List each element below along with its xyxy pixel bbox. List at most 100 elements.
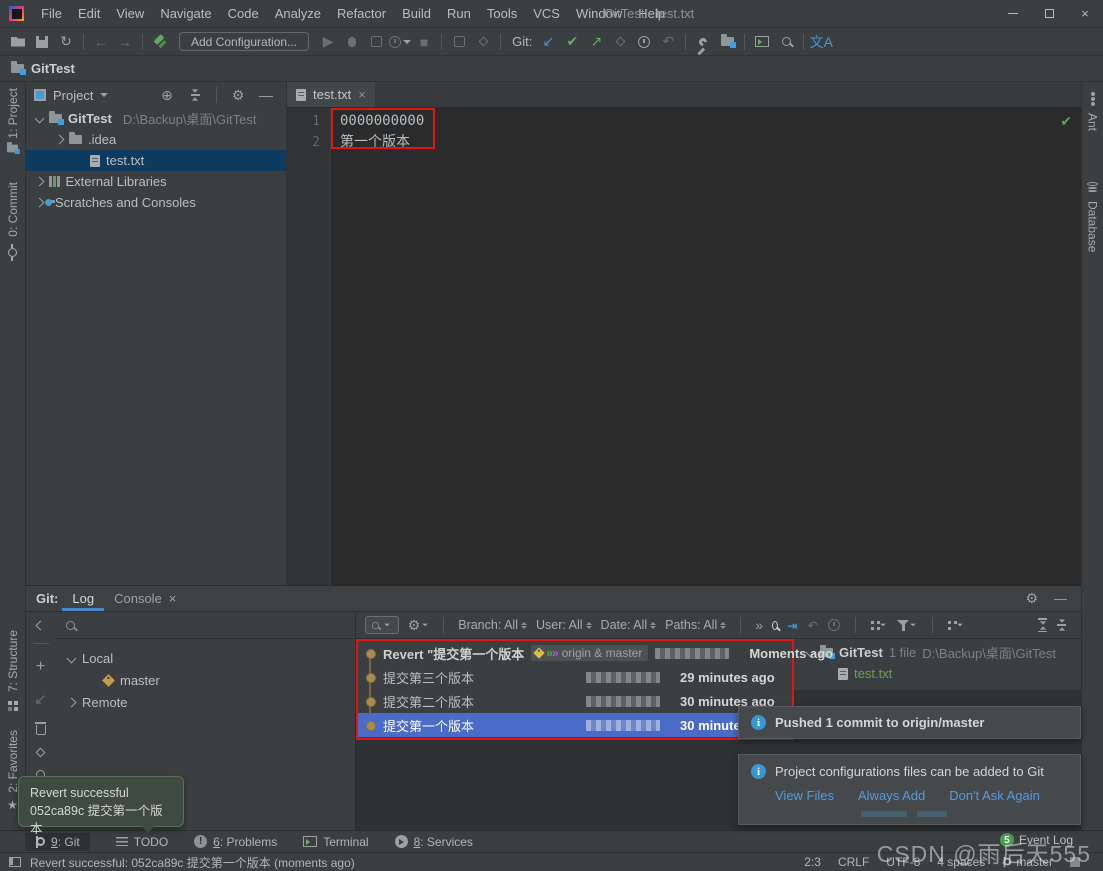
breadcrumb[interactable]: GitTest (31, 61, 75, 76)
menu-code[interactable]: Code (220, 0, 267, 27)
filter-user[interactable]: User: All (536, 618, 592, 632)
inspections-ok-icon[interactable]: ✔ (1060, 113, 1072, 130)
commit-list[interactable]: Revert "提交第一个版本 » » origin & master Mome… (356, 639, 833, 740)
rollback-icon[interactable]: ↶ (656, 31, 680, 53)
attach-icon[interactable] (471, 31, 495, 53)
commit-row-2[interactable]: 提交第二个版本 30 minutes ago (358, 689, 792, 713)
stripe-database-button[interactable]: Database (1082, 182, 1103, 252)
log-history-icon[interactable] (828, 619, 840, 631)
editor-tab-testfile[interactable]: test.txt × (287, 82, 375, 107)
cherry-pick-icon[interactable] (608, 31, 632, 53)
tree-item-scratches[interactable]: Scratches and Consoles (26, 192, 286, 213)
delete-branch-icon[interactable] (34, 722, 46, 735)
search-everywhere-icon[interactable] (774, 31, 798, 53)
commit-row-1-selected[interactable]: 提交第一个版本 30 minutes ago (358, 713, 792, 737)
always-add-link[interactable]: Always Add (858, 788, 925, 803)
chevron-right-icon[interactable] (54, 134, 65, 145)
project-settings-gear-icon[interactable]: ⚙ (226, 84, 250, 106)
editor-code[interactable]: 0000000000 第一个版本 (331, 108, 1081, 585)
notification-pushed[interactable]: i Pushed 1 commit to origin/master (738, 706, 1081, 739)
log-gear-icon[interactable]: ⚙ (408, 617, 430, 634)
stop-icon[interactable]: ■ (412, 31, 436, 53)
branch-search-field[interactable] (55, 612, 355, 639)
collapse-all-icon[interactable] (183, 84, 207, 106)
branch-group-local[interactable]: Local (55, 647, 355, 669)
tab-console[interactable]: Console × (104, 586, 186, 611)
filter-funnel-icon[interactable] (897, 619, 917, 631)
collapse-all-icon[interactable] (1057, 619, 1066, 631)
open-icon[interactable] (6, 31, 30, 53)
stripe-project-button[interactable]: 1: Project (0, 88, 25, 154)
log-undo-icon[interactable]: ↶ (808, 618, 818, 633)
sync-icon[interactable]: ↻ (54, 31, 78, 53)
expand-all-icon[interactable] (1038, 617, 1047, 633)
hide-panel-icon[interactable]: — (254, 84, 278, 106)
line-separator[interactable]: CRLF (838, 855, 869, 869)
dont-ask-again-link[interactable]: Don't Ask Again (949, 788, 1040, 803)
layout-icon[interactable] (948, 620, 964, 630)
locate-file-icon[interactable]: ⊕ (155, 84, 179, 106)
git-push-icon[interactable]: ↗ (584, 31, 608, 53)
tree-item-root[interactable]: GitTest D:\Backup\桌面\GitTest (26, 108, 286, 129)
menu-analyze[interactable]: Analyze (267, 0, 329, 27)
chevron-right-icon[interactable] (66, 697, 77, 707)
menu-navigate[interactable]: Navigate (152, 0, 219, 27)
stripe-ant-button[interactable]: Ant (1082, 92, 1103, 131)
commit-row-revert[interactable]: Revert "提交第一个版本 » » origin & master Mome… (358, 641, 833, 665)
menu-vcs[interactable]: VCS (525, 0, 568, 27)
notification-config-files[interactable]: i Project configurations files can be ad… (738, 754, 1081, 825)
translate-icon[interactable]: 文A (809, 31, 833, 53)
chevron-down-icon[interactable] (34, 113, 45, 124)
debug-icon[interactable] (340, 31, 364, 53)
toolwindow-toggle-icon[interactable] (9, 857, 21, 867)
filter-branch[interactable]: Branch: All (458, 618, 527, 632)
commit-ref-chip[interactable]: » » origin & master (531, 645, 649, 661)
branch-group-remote[interactable]: Remote (55, 691, 355, 713)
details-file-row[interactable]: test.txt (794, 663, 1081, 684)
history-icon[interactable] (632, 31, 656, 53)
menu-run[interactable]: Run (439, 0, 479, 27)
menu-build[interactable]: Build (394, 0, 439, 27)
minimize-button[interactable] (995, 0, 1031, 27)
chevron-right-icon[interactable] (34, 176, 45, 187)
branch-master[interactable]: master (55, 669, 355, 691)
editor-body[interactable]: 1 2 0000000000 第一个版本 ✔ (287, 108, 1081, 585)
tree-item-external-libraries[interactable]: External Libraries (26, 171, 286, 192)
chevron-down-icon[interactable] (66, 653, 77, 663)
collapse-panel-icon[interactable] (35, 620, 46, 631)
update-project-icon[interactable] (447, 31, 471, 53)
tree-item-testfile[interactable]: test.txt (26, 150, 286, 171)
filter-date[interactable]: Date: All (601, 618, 657, 632)
build-hammer-icon[interactable] (148, 31, 172, 53)
commit-row-3[interactable]: 提交第三个版本 29 minutes ago (358, 665, 792, 689)
toolwindow-terminal-button[interactable]: Terminal (303, 835, 369, 849)
stripe-commit-button[interactable]: 0: Commit (0, 182, 25, 263)
git-settings-gear-icon[interactable]: ⚙ (1025, 590, 1038, 607)
git-commit-icon[interactable]: ✔ (560, 31, 584, 53)
toolwindow-services-button[interactable]: 8: Services (394, 835, 473, 849)
menu-file[interactable]: File (33, 0, 70, 27)
run-icon[interactable]: ▶ (316, 31, 340, 53)
close-button[interactable]: × (1067, 0, 1103, 27)
cherry-pick-icon[interactable] (35, 747, 46, 758)
menu-edit[interactable]: Edit (70, 0, 108, 27)
tree-item-idea[interactable]: .idea (26, 129, 286, 150)
log-search-combo[interactable] (365, 616, 399, 634)
coverage-icon[interactable] (364, 31, 388, 53)
run-configuration-select[interactable]: Add Configuration... (179, 32, 310, 51)
go-to-hash-icon[interactable]: ⇥ (787, 618, 797, 633)
save-icon[interactable] (30, 31, 54, 53)
more-filters-icon[interactable]: » (755, 617, 763, 633)
menu-tools[interactable]: Tools (479, 0, 525, 27)
git-update-icon[interactable]: ↙ (536, 31, 560, 53)
filter-paths[interactable]: Paths: All (665, 618, 727, 632)
back-icon[interactable]: ← (89, 31, 113, 53)
tab-close-icon[interactable]: × (358, 87, 366, 102)
maximize-button[interactable] (1031, 0, 1067, 27)
stripe-structure-button[interactable]: 7: Structure (0, 630, 25, 711)
view-files-link[interactable]: View Files (775, 788, 834, 803)
profiler-icon[interactable] (388, 31, 412, 53)
menu-refactor[interactable]: Refactor (329, 0, 394, 27)
tab-log[interactable]: Log (62, 586, 104, 611)
log-search-icon[interactable] (772, 620, 779, 630)
